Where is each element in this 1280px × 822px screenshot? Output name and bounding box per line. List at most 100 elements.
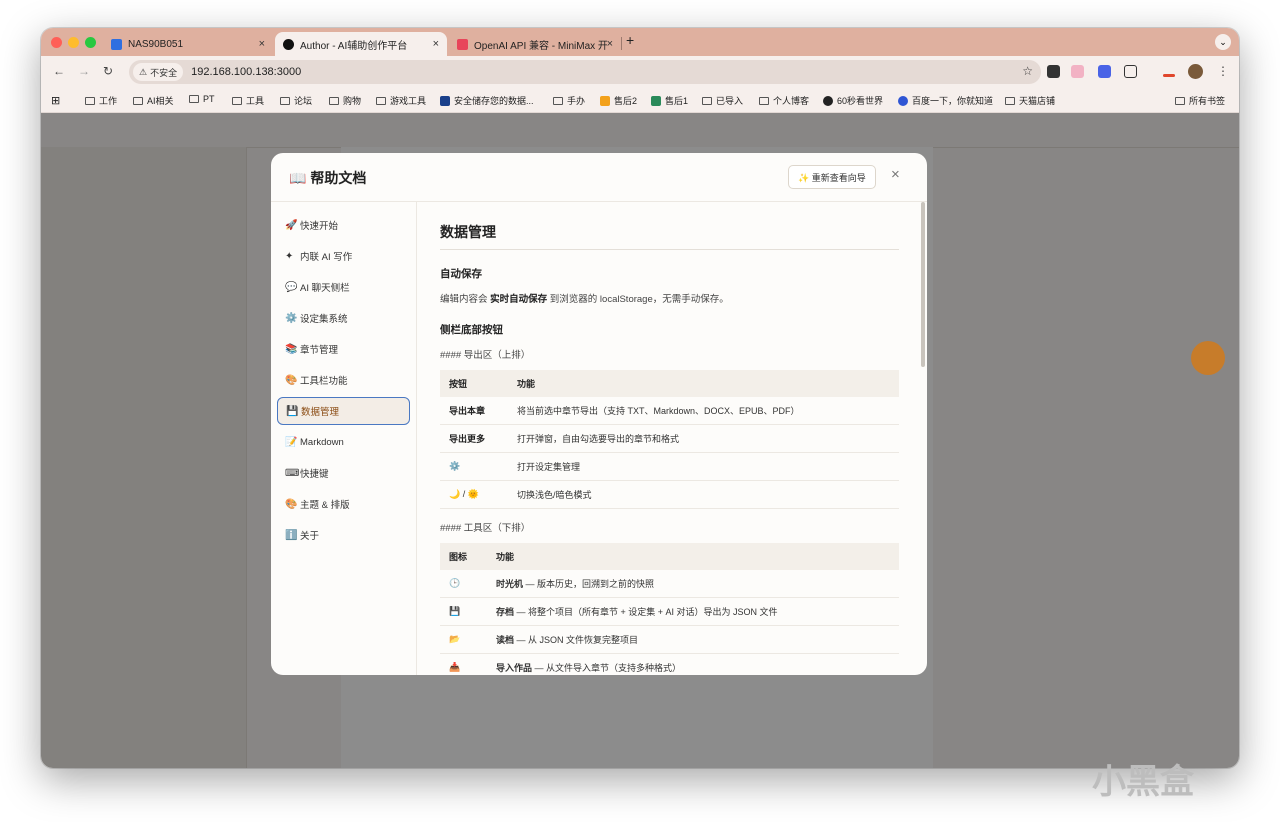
bookmark-folder[interactable]: 购物	[329, 94, 361, 107]
moon-sun-icon: 🌙 / 🌞	[440, 480, 508, 509]
folder-icon	[702, 96, 712, 105]
sidebar-buttons-heading: 侧栏底部按钮	[440, 324, 503, 336]
all-bookmarks[interactable]: 所有书签	[1175, 94, 1225, 107]
autosave-heading: 自动保存	[440, 268, 482, 280]
table-row: 🕒 时光机 — 版本历史，回溯到之前的快照	[440, 570, 899, 598]
bookmark-link[interactable]: 安全储存您的数据...	[440, 94, 534, 107]
apps-grid-icon[interactable]: ⊞	[51, 94, 60, 107]
nav-item-data-management[interactable]: 💾 数据管理	[277, 397, 410, 425]
table-cell: 导出更多	[440, 424, 508, 453]
address-bar[interactable]: ⚠ 不安全 192.168.100.138:3000 ☆	[129, 60, 1041, 84]
memo-icon: 📝	[285, 436, 298, 448]
bookmark-folder[interactable]: 个人博客	[759, 94, 809, 107]
nav-item-quick-start[interactable]: 🚀 快速开始	[277, 211, 410, 239]
tab-close-icon[interactable]: ×	[433, 38, 439, 50]
url-text[interactable]: 192.168.100.138:3000	[191, 66, 301, 78]
avatar[interactable]	[1188, 64, 1203, 79]
zoom-window-button[interactable]	[85, 37, 96, 48]
extension-blue-icon[interactable]	[1098, 65, 1111, 78]
table-row: 🌙 / 🌞 切换浅色/暗色模式	[440, 480, 899, 509]
folder-icon	[1005, 96, 1015, 105]
minimize-window-button[interactable]	[68, 37, 79, 48]
puzzle-extensions-icon[interactable]	[1124, 65, 1137, 78]
tab-close-icon[interactable]: ×	[259, 38, 265, 50]
bookmark-folder[interactable]: 游戏工具	[376, 94, 426, 107]
bookmarks-bar: ⊞ 工作 AI相关 PT 工具 论坛 购物 游戏工具 安全储存您的数据... 手…	[41, 88, 1239, 113]
bookmark-star-icon[interactable]: ☆	[1022, 64, 1033, 78]
table-header-row: 按钮 功能	[440, 370, 899, 397]
table-header: 按钮	[440, 370, 508, 397]
table-header-row: 图标 功能	[440, 543, 899, 570]
forward-arrow-icon[interactable]: →	[78, 64, 90, 78]
nav-item-ai-chat[interactable]: 💬 AI 聊天侧栏	[277, 273, 410, 301]
rocket-icon: 🚀	[285, 219, 298, 231]
nav-item-settings-system[interactable]: ⚙️ 设定集系统	[277, 304, 410, 332]
nav-item-shortcuts[interactable]: ⌨ 快捷键	[277, 459, 410, 487]
info-icon: ℹ️	[285, 529, 298, 541]
close-window-button[interactable]	[51, 37, 62, 48]
security-chip[interactable]: ⚠ 不安全	[133, 63, 184, 81]
reload-icon[interactable]: ↻	[103, 64, 113, 78]
minimax-favicon-icon	[457, 38, 468, 50]
bookmark-folder[interactable]: 天猫店铺	[1005, 94, 1055, 107]
tools-table: 图标 功能 🕒 时光机 — 版本历史，回溯到之前的快照 💾 存档 — 将整个项目…	[440, 543, 899, 675]
help-modal: 📖 帮助文档 ✨ 重新查看向导 × 🚀 快速开始 ✦ 内联 AI 写作 💬 AI 聊天…	[271, 153, 927, 675]
folder-icon	[189, 95, 199, 103]
back-arrow-icon[interactable]: ←	[53, 64, 65, 78]
folder-icon	[85, 96, 95, 105]
content-scrollbar[interactable]	[921, 202, 925, 367]
gear-icon: ⚙️	[440, 452, 508, 481]
restart-guide-button[interactable]: ✨ 重新查看向导	[788, 165, 876, 189]
bookmark-folder[interactable]: 已导入	[702, 94, 743, 107]
bookmark-folder[interactable]: 手办	[553, 94, 585, 107]
bookmark-link[interactable]: 百度一下，你就知道	[898, 94, 993, 107]
help-content: 数据管理 自动保存 编辑内容会 实时自动保存 到浏览器的 localStorag…	[417, 202, 918, 675]
xiaoheihe-watermark-logo: 小黑盒	[1092, 763, 1194, 801]
speech-bubble-icon: 💬	[285, 281, 298, 293]
tab-search-chevron-icon[interactable]: ⌄	[1215, 34, 1231, 50]
more-menu-icon[interactable]: ⋮	[1217, 64, 1229, 78]
nav-item-markdown[interactable]: 📝 Markdown	[277, 428, 410, 456]
site-icon	[823, 95, 833, 106]
shield-icon	[440, 95, 450, 106]
table-cell: 存档 — 将整个项目（所有章节 + 设定集 + AI 对话）导出为 JSON 文…	[487, 597, 899, 626]
floppy-disk-icon: 💾	[440, 597, 487, 626]
nav-item-toolbar[interactable]: 🎨 工具栏功能	[277, 366, 410, 394]
table-row: 导出更多 打开弹窗，自由勾选要导出的章节和格式	[440, 424, 899, 453]
table-row: 📥 导入作品 — 从文件导入章节（支持多种格式）	[440, 653, 899, 675]
nav-item-inline-ai[interactable]: ✦ 内联 AI 写作	[277, 242, 410, 270]
bookmark-folder[interactable]: 工作	[85, 94, 117, 107]
close-icon[interactable]: ×	[891, 166, 900, 183]
nas-favicon-icon	[111, 38, 122, 50]
table-row: 💾 存档 — 将整个项目（所有章节 + 设定集 + AI 对话）导出为 JSON…	[440, 597, 899, 626]
tab-author[interactable]: Author - AI辅助创作平台 ×	[275, 32, 447, 56]
nav-item-about[interactable]: ℹ️ 关于	[277, 521, 410, 549]
bookmark-link[interactable]: 60秒看世界	[823, 94, 883, 107]
divider	[440, 249, 899, 250]
tab-minimax[interactable]: OpenAI API 兼容 - MiniMax 开 ×	[449, 32, 621, 56]
bookmark-folder[interactable]: 工具	[232, 94, 264, 107]
nav-item-theme[interactable]: 🎨 主题 & 排版	[277, 490, 410, 518]
extension-pink-icon[interactable]	[1071, 65, 1084, 78]
autosave-paragraph: 编辑内容会 实时自动保存 到浏览器的 localStorage，无需手动保存。	[440, 294, 729, 305]
tab-nas[interactable]: NAS90B051 ×	[103, 32, 273, 56]
bookmark-folder[interactable]: AI相关	[133, 94, 174, 107]
tool-area-label: #### 工具区（下排）	[440, 523, 531, 534]
clock-icon: 🕒	[440, 570, 487, 598]
modal-header: 📖 帮助文档 ✨ 重新查看向导 ×	[271, 153, 927, 202]
extension-icon[interactable]	[1047, 65, 1060, 78]
download-icon[interactable]	[1163, 74, 1175, 77]
bookmark-folder[interactable]: PT	[189, 94, 215, 104]
bookmark-link[interactable]: 售后1	[651, 94, 688, 107]
bookmark-folder[interactable]: 论坛	[280, 94, 312, 107]
table-cell: 打开设定集管理	[508, 452, 899, 481]
palette-icon: 🎨	[285, 498, 298, 510]
table-cell: 打开弹窗，自由勾选要导出的章节和格式	[508, 424, 899, 453]
palette-icon: 🎨	[285, 374, 298, 386]
ai-fab-button[interactable]	[1191, 341, 1225, 375]
new-tab-button[interactable]: +	[626, 32, 634, 48]
nav-item-chapters[interactable]: 📚 章节管理	[277, 335, 410, 363]
tab-close-icon[interactable]: ×	[607, 38, 613, 50]
bookmark-link[interactable]: 售后2	[600, 94, 637, 107]
tab-strip: NAS90B051 × Author - AI辅助创作平台 × OpenAI A…	[41, 28, 1239, 56]
